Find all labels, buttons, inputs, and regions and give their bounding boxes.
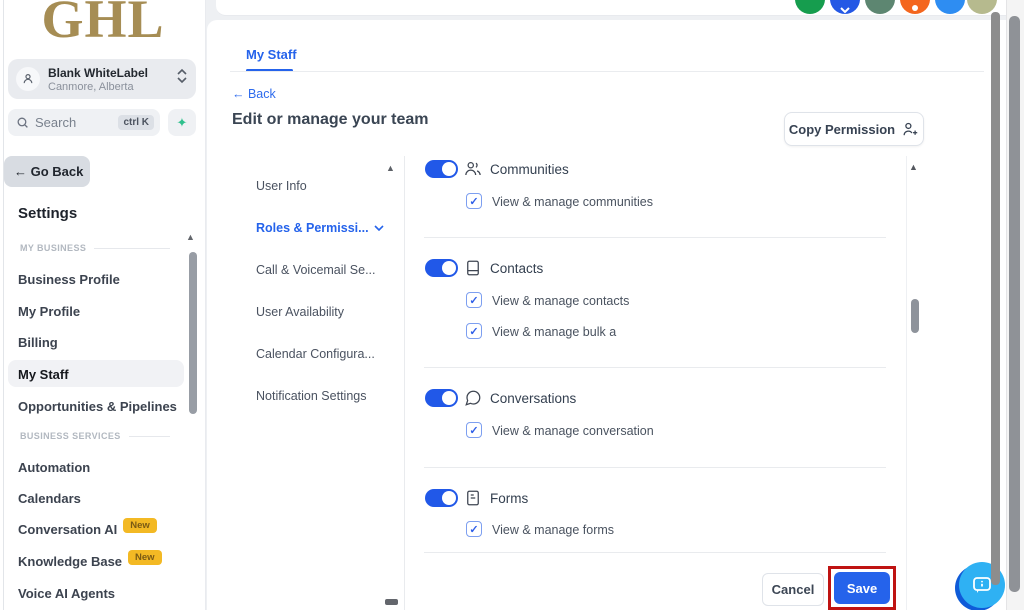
chevron-up-down-icon — [177, 68, 187, 89]
contact-book-icon — [464, 259, 482, 282]
staff-nav-calendar-configuration[interactable]: Calendar Configura... — [256, 347, 375, 361]
group-divider — [424, 467, 886, 468]
account-switcher[interactable]: Blank WhiteLabel Canmore, Alberta — [8, 59, 196, 99]
account-location: Canmore, Alberta — [48, 81, 134, 93]
ai-spark-button[interactable]: ✦ — [168, 109, 196, 136]
sidebar-item-conversation-ai[interactable]: Conversation AINew — [18, 522, 157, 539]
checkbox-label: View & manage contacts — [492, 294, 629, 308]
group-divider — [424, 367, 886, 368]
staff-nav-user-info[interactable]: User Info — [256, 179, 307, 193]
staff-nav-roles-permissions[interactable]: Roles & Permissi... — [256, 221, 384, 235]
permissions-scroll-up-icon[interactable]: ▲ — [909, 162, 918, 172]
search-icon — [16, 116, 29, 129]
staff-nav-notification-settings[interactable]: Notification Settings — [256, 389, 366, 403]
sidebar-item-knowledge-base[interactable]: Knowledge BaseNew — [18, 554, 162, 571]
permission-group-name: Communities — [490, 162, 569, 177]
chat-bubble-icon — [464, 389, 482, 412]
toggle-conversations[interactable] — [425, 389, 458, 407]
sidebar-item-opportunities-pipelines[interactable]: Opportunities & Pipelines — [18, 399, 177, 414]
save-button[interactable]: Save — [834, 572, 890, 604]
toggle-contacts[interactable] — [425, 259, 458, 277]
checkbox-view-manage-conversation[interactable]: ✓ — [466, 422, 482, 438]
sidebar-edge-divider — [3, 0, 4, 610]
account-avatar-icon — [16, 67, 40, 91]
copy-permission-button[interactable]: Copy Permission — [784, 112, 924, 146]
tab-my-staff[interactable]: My Staff — [246, 47, 297, 62]
permissions-panel-border — [404, 156, 405, 610]
app-logo: GHL — [0, 0, 206, 50]
permissions-scrollbar-thumb[interactable] — [911, 299, 919, 333]
chevron-down-icon — [374, 225, 384, 231]
search-input[interactable]: Search ctrl K — [8, 109, 160, 136]
staff-nav-call-voicemail[interactable]: Call & Voicemail Se... — [256, 263, 376, 277]
sidebar-item-my-staff[interactable]: My Staff — [18, 367, 69, 382]
sidebar: GHL Blank WhiteLabel Canmore, Alberta Se… — [0, 0, 206, 610]
section-label-business-services: BUSINESS SERVICES — [20, 431, 170, 441]
go-back-button[interactable]: ← Go Back — [4, 156, 90, 187]
sidebar-item-my-profile[interactable]: My Profile — [18, 304, 80, 319]
nav-scroll-up-icon[interactable]: ▲ — [386, 163, 395, 173]
permission-group-name: Conversations — [490, 391, 576, 406]
checkbox-label: View & manage communities — [492, 195, 653, 209]
staff-nav-user-availability[interactable]: User Availability — [256, 305, 344, 319]
toggle-communities[interactable] — [425, 160, 458, 178]
sidebar-item-billing[interactable]: Billing — [18, 335, 58, 350]
page-title: Edit or manage your team — [232, 111, 429, 129]
sidebar-scrollbar-thumb[interactable] — [189, 252, 197, 414]
back-link[interactable]: ← Back — [232, 87, 276, 101]
users-icon — [464, 160, 482, 183]
checkbox-view-manage-bulk[interactable]: ✓ — [466, 323, 482, 339]
checkbox-view-manage-contacts[interactable]: ✓ — [466, 292, 482, 308]
search-shortcut-badge: ctrl K — [118, 115, 154, 130]
permissions-panel-border — [906, 156, 907, 610]
sidebar-item-calendars[interactable]: Calendars — [18, 491, 81, 506]
new-badge: New — [123, 518, 157, 533]
sidebar-item-business-profile[interactable]: Business Profile — [18, 272, 120, 287]
search-placeholder: Search — [35, 115, 112, 130]
checkbox-view-manage-forms[interactable]: ✓ — [466, 521, 482, 537]
permission-group-name: Contacts — [490, 261, 543, 276]
user-plus-icon — [902, 121, 919, 138]
nav-scroll-down-icon[interactable] — [385, 599, 398, 605]
inner-scrollbar-thumb[interactable] — [991, 12, 1000, 585]
checkbox-label: View & manage conversation — [492, 424, 654, 438]
sidebar-item-voice-ai-agents[interactable]: Voice AI Agents — [18, 586, 115, 601]
cancel-button[interactable]: Cancel — [762, 573, 824, 606]
sidebar-scroll-up-icon[interactable]: ▲ — [186, 232, 195, 242]
toggle-forms[interactable] — [425, 489, 458, 507]
group-divider — [424, 552, 886, 553]
account-name: Blank WhiteLabel — [48, 66, 148, 80]
new-badge: New — [128, 550, 162, 565]
spark-icon: ✦ — [177, 115, 188, 131]
checkbox-view-manage-communities[interactable]: ✓ — [466, 193, 482, 209]
permission-group-name: Forms — [490, 491, 528, 506]
section-label-my-business: MY BUSINESS — [20, 243, 170, 253]
checkbox-label: View & manage bulk a — [492, 325, 616, 339]
sidebar-item-automation[interactable]: Automation — [18, 460, 90, 475]
settings-title: Settings — [18, 205, 77, 222]
window-scrollbar-thumb[interactable] — [1009, 16, 1020, 592]
checkbox-label: View & manage forms — [492, 523, 614, 537]
group-divider — [424, 237, 886, 238]
tabbar-divider — [230, 71, 984, 72]
form-icon — [464, 489, 482, 512]
